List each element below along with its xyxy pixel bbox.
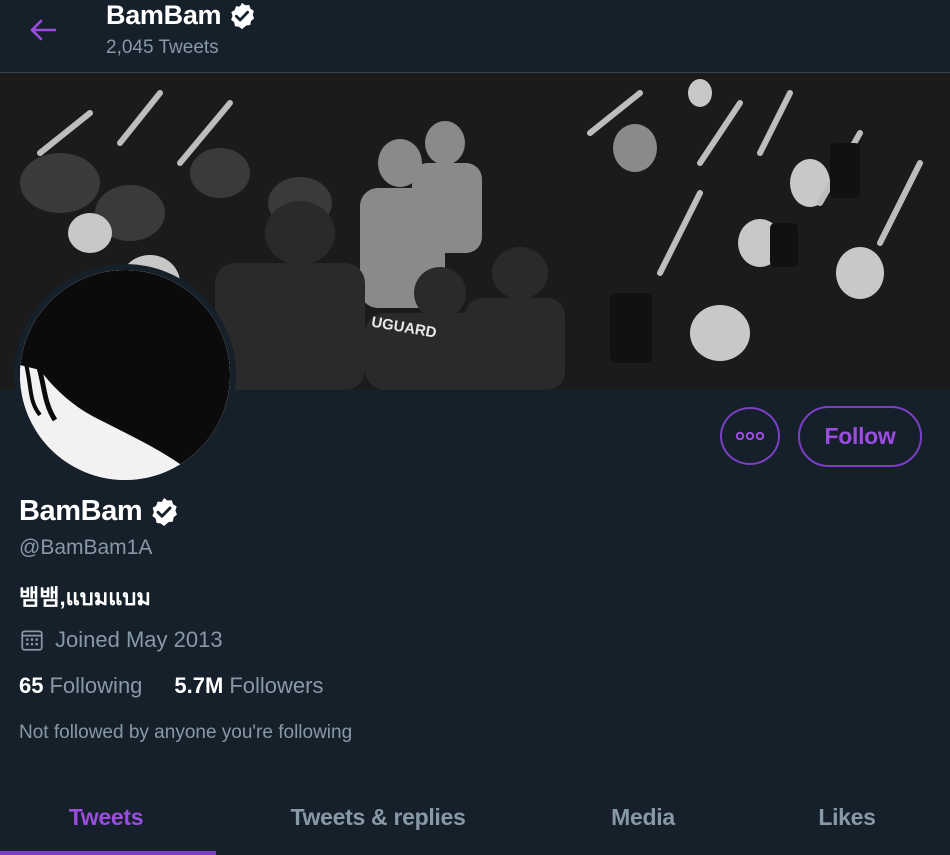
profile-display-name: BamBam [19, 495, 180, 528]
mutual-followers-note: Not followed by anyone you're following [19, 722, 353, 743]
back-arrow-icon [30, 19, 57, 41]
header-tweet-count: 2,045 Tweets [106, 37, 219, 58]
followers-link[interactable]: 5.7M Followers [174, 673, 323, 699]
back-button[interactable] [22, 12, 64, 48]
more-options-button[interactable] [720, 407, 780, 465]
tab-tweets-replies[interactable]: Tweets & replies [250, 780, 506, 855]
tab-likes[interactable]: Likes [770, 780, 924, 855]
verified-badge-icon [152, 497, 178, 526]
following-label: Following [49, 673, 143, 698]
verified-badge-icon [231, 2, 255, 29]
followers-label: Followers [229, 673, 324, 698]
more-horizontal-icon [735, 431, 765, 441]
tab-tweets[interactable]: Tweets [0, 780, 212, 855]
profile-name-text: BamBam [19, 495, 143, 527]
follow-button[interactable]: Follow [798, 406, 922, 467]
following-link[interactable]: 65 Following [19, 673, 142, 699]
active-tab-indicator [0, 851, 216, 855]
joined-date: Joined May 2013 [19, 627, 223, 653]
profile-bio: 뱀뱀,แบมแบม [19, 585, 151, 610]
tab-media[interactable]: Media [560, 780, 726, 855]
avatar-image [20, 270, 230, 480]
header-title: BamBam [106, 0, 257, 31]
profile-handle: @BamBam1A [19, 536, 153, 559]
followers-count: 5.7M [174, 673, 224, 698]
calendar-icon [21, 630, 43, 651]
profile-header: BamBam 2,045 Tweets [0, 0, 950, 73]
joined-text: Joined May 2013 [55, 627, 223, 652]
following-count: 65 [19, 673, 44, 698]
follow-stats: 65 Following 5.7M Followers [19, 673, 323, 699]
profile-avatar[interactable] [14, 264, 236, 486]
header-display-name: BamBam [106, 0, 222, 30]
profile-tabs: Tweets Tweets & replies Media Likes [0, 780, 950, 855]
